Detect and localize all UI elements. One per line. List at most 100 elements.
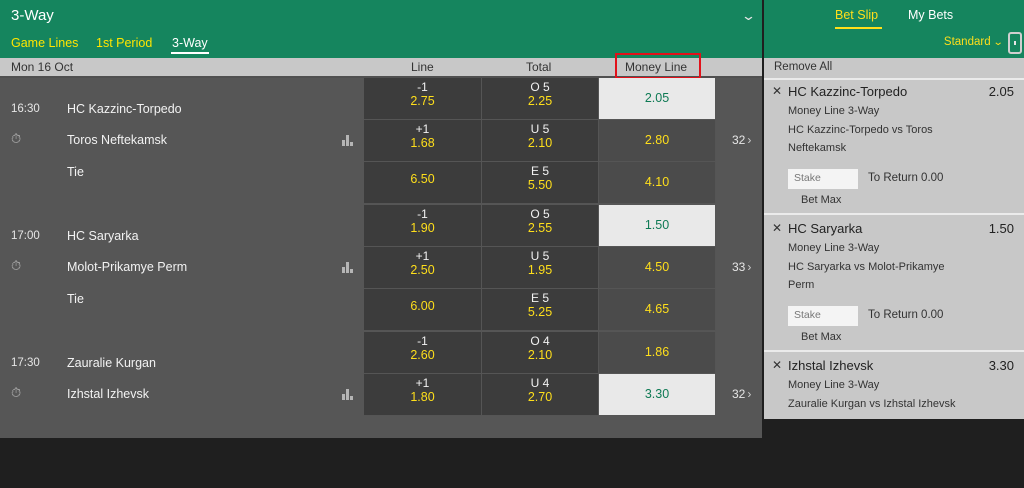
odds-cell-money-line[interactable]: 1.50: [599, 205, 716, 247]
remove-all-link[interactable]: Remove All: [774, 61, 832, 73]
fixture-name-cont: Neftekamsk: [788, 142, 847, 154]
odds-value: 2.55: [527, 221, 553, 235]
to-return-label: To Return 0.00: [868, 309, 944, 321]
fixture-name: HC Kazzinc-Torpedo vs Toros: [788, 124, 933, 136]
to-return-label: To Return 0.00: [868, 172, 944, 184]
odds-cell-line[interactable]: -1 2.60: [364, 332, 482, 374]
odds-value: 1.86: [644, 345, 670, 359]
more-markets-link[interactable]: 33 ›: [732, 260, 751, 274]
odds-cell-total[interactable]: U 5 2.10: [482, 120, 599, 162]
odds-cell-money-line[interactable]: 4.65: [599, 289, 716, 331]
team-away[interactable]: Molot-Prikamye Perm: [67, 260, 187, 274]
odds-value: 2.60: [410, 348, 435, 362]
bet-item: ✕ Izhstal Izhevsk 3.30 Money Line 3-Way Zaur…: [764, 358, 1024, 488]
close-icon[interactable]: ✕: [772, 84, 782, 98]
odds-cell-line[interactable]: 6.50: [364, 162, 482, 204]
section-divider: [764, 350, 1024, 352]
stats-icon[interactable]: [342, 261, 354, 273]
bet-item: ✕ HC Saryarka 1.50 Money Line 3-Way HC Sarya…: [764, 221, 1024, 351]
tab-1st-period[interactable]: 1st Period: [96, 36, 152, 50]
event-time: 16:30: [11, 103, 40, 115]
stats-icon[interactable]: [342, 388, 354, 400]
odds-cell-money-line[interactable]: 4.50: [599, 247, 716, 289]
odds-cell-total[interactable]: E 5 5.25: [482, 289, 599, 331]
odds-value: 6.50: [410, 172, 435, 186]
handicap-label: -1: [417, 334, 428, 348]
odds-value: 6.00: [410, 299, 435, 313]
odds-cell-line[interactable]: +1 2.50: [364, 247, 482, 289]
odds-cell-line[interactable]: +1 1.68: [364, 120, 482, 162]
chevron-right-icon: ›: [747, 387, 752, 401]
bet-max-link[interactable]: Bet Max: [801, 194, 841, 206]
section-divider: [764, 78, 1024, 80]
team-home[interactable]: Zauralie Kurgan: [67, 356, 156, 370]
team-home[interactable]: HC Saryarka: [67, 229, 139, 243]
odds-cell-money-line[interactable]: 3.30: [599, 374, 716, 416]
selection-name: Izhstal Izhevsk: [788, 358, 874, 373]
odds-value: 1.68: [410, 136, 435, 150]
odds-cell-line[interactable]: +1 1.80: [364, 374, 482, 416]
selection-name: HC Kazzinc-Torpedo: [788, 84, 908, 99]
chevron-down-icon: ⌄: [992, 37, 1004, 48]
total-label: U 5: [530, 122, 550, 136]
annotation-box: [615, 53, 701, 79]
odds-cell-total[interactable]: O 5 2.25: [482, 78, 599, 120]
odds-cell-money-line[interactable]: 2.80: [599, 120, 716, 162]
market-header[interactable]: 3-Way ⌄: [0, 0, 762, 32]
stake-input[interactable]: Stake: [788, 306, 858, 326]
odds-cell-total[interactable]: U 4 2.70: [482, 374, 599, 416]
selection-price: 3.30: [988, 358, 1014, 373]
odds-cell-money-line[interactable]: 2.05: [599, 78, 716, 120]
tab-my-bets[interactable]: My Bets: [908, 8, 953, 22]
team-away[interactable]: Izhstal Izhevsk: [67, 387, 149, 401]
odds-cell-total[interactable]: U 5 1.95: [482, 247, 599, 289]
fixture-name: HC Saryarka vs Molot-Prikamye: [788, 261, 945, 273]
chevron-down-icon[interactable]: ⌄: [741, 8, 756, 24]
scroll-toggle-icon[interactable]: [1008, 32, 1022, 54]
odds-cell-money-line[interactable]: 4.10: [599, 162, 716, 204]
odds-cell-line[interactable]: -1 1.90: [364, 205, 482, 247]
mode-dropdown[interactable]: Standard ⌄: [944, 36, 1004, 48]
odds-value: 4.65: [644, 302, 670, 316]
close-icon[interactable]: ✕: [772, 358, 782, 372]
market-name: Money Line 3-Way: [788, 379, 880, 391]
odds-value: 5.50: [527, 178, 553, 192]
market-title: 3-Way: [11, 7, 54, 24]
odds-value: 4.10: [644, 175, 670, 189]
odds-cell-total[interactable]: O 4 2.10: [482, 332, 599, 374]
bet-item: ✕ HC Kazzinc-Torpedo 2.05 Money Line 3-Way H…: [764, 84, 1024, 214]
odds-cell-total[interactable]: O 5 2.55: [482, 205, 599, 247]
team-away[interactable]: Toros Neftekamsk: [67, 133, 167, 147]
tab-bet-slip[interactable]: Bet Slip: [835, 8, 878, 22]
odds-value: 1.90: [410, 221, 435, 235]
more-markets-link[interactable]: 32 ›: [732, 387, 751, 401]
odds-cell-money-line[interactable]: 1.86: [599, 332, 716, 374]
selection-price: 1.50: [988, 221, 1014, 236]
tab-game-lines[interactable]: Game Lines: [11, 36, 78, 50]
betslip-panel: Bet Slip My Bets Standard ⌄ Remove All ✕ H…: [764, 0, 1024, 419]
stake-input[interactable]: Stake: [788, 169, 858, 189]
sportsbook-window: 3-Way ⌄ Game Lines 1st Period 3-Way Mon …: [0, 0, 1024, 438]
stats-icon[interactable]: [342, 134, 354, 146]
odds-cell-total[interactable]: E 5 5.50: [482, 162, 599, 204]
odds-cell-line[interactable]: -1 2.75: [364, 78, 482, 120]
event-time: 17:00: [11, 230, 40, 242]
col-line: Line: [411, 60, 434, 74]
total-label: U 5: [530, 249, 550, 263]
odds-value: 2.25: [527, 94, 553, 108]
betslip-header: Bet Slip My Bets Standard ⌄: [764, 0, 1024, 58]
market-name: Money Line 3-Way: [788, 105, 880, 117]
close-icon[interactable]: ✕: [772, 221, 782, 235]
total-label: E 5: [530, 291, 549, 305]
total-label: E 5: [530, 164, 549, 178]
market-name: Money Line 3-Way: [788, 242, 880, 254]
tie-label: Tie: [67, 165, 84, 179]
market-panel: 3-Way ⌄ Game Lines 1st Period 3-Way Mon …: [0, 0, 762, 438]
tab-3-way[interactable]: 3-Way: [172, 36, 208, 50]
odds-cell-line[interactable]: 6.00: [364, 289, 482, 331]
team-home[interactable]: HC Kazzinc-Torpedo: [67, 102, 182, 116]
timer-icon: ⏱: [11, 131, 22, 146]
more-markets-link[interactable]: 32 ›: [732, 133, 751, 147]
bet-max-link[interactable]: Bet Max: [801, 331, 841, 343]
active-tab-indicator: [171, 52, 209, 54]
